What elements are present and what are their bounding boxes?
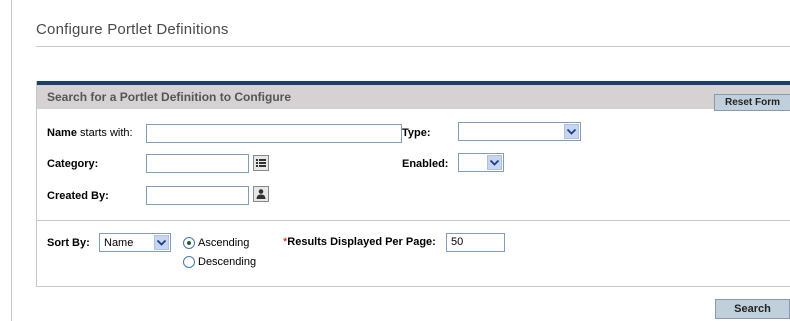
chevron-down-icon (154, 235, 169, 250)
search-button[interactable]: Search (715, 299, 790, 319)
descending-radio[interactable] (183, 256, 195, 268)
name-input[interactable] (146, 124, 402, 143)
title-divider (36, 46, 790, 47)
panel-header: Search for a Portlet Definition to Confi… (37, 85, 790, 111)
enabled-label: Enabled: (402, 158, 449, 170)
list-icon[interactable] (253, 155, 269, 171)
results-per-page-input[interactable]: 50 (446, 233, 505, 252)
category-label: Category: (47, 158, 99, 170)
name-label-rest: starts with: (76, 127, 133, 139)
type-label: Type: (402, 127, 431, 139)
category-input[interactable] (146, 154, 249, 173)
sort-by-select[interactable]: Name (99, 233, 171, 252)
panel-header-title: Search for a Portlet Definition to Confi… (47, 90, 292, 104)
name-label-bold: Name (47, 127, 77, 139)
user-picker-icon[interactable] (253, 186, 269, 202)
created-by-input[interactable] (146, 186, 249, 205)
created-by-label: Created By: (47, 190, 109, 202)
left-border (11, 0, 12, 321)
sort-by-value: Name (104, 237, 134, 249)
reset-form-button[interactable]: Reset Form (714, 94, 790, 111)
section-divider (37, 220, 790, 221)
ascending-label: Ascending (198, 237, 250, 249)
chevron-down-icon (487, 155, 502, 170)
descending-label: Descending (198, 256, 257, 268)
search-panel: Search for a Portlet Definition to Confi… (36, 81, 790, 287)
page-title: Configure Portlet Definitions (36, 21, 229, 38)
type-select[interactable] (458, 122, 581, 141)
enabled-select[interactable] (458, 153, 504, 172)
name-label: Name starts with: (47, 127, 133, 139)
ascending-radio[interactable] (183, 237, 195, 249)
sort-by-label: Sort By: (47, 237, 90, 249)
chevron-down-icon (564, 124, 579, 139)
results-per-page-label: *Results Displayed Per Page: (283, 236, 436, 248)
